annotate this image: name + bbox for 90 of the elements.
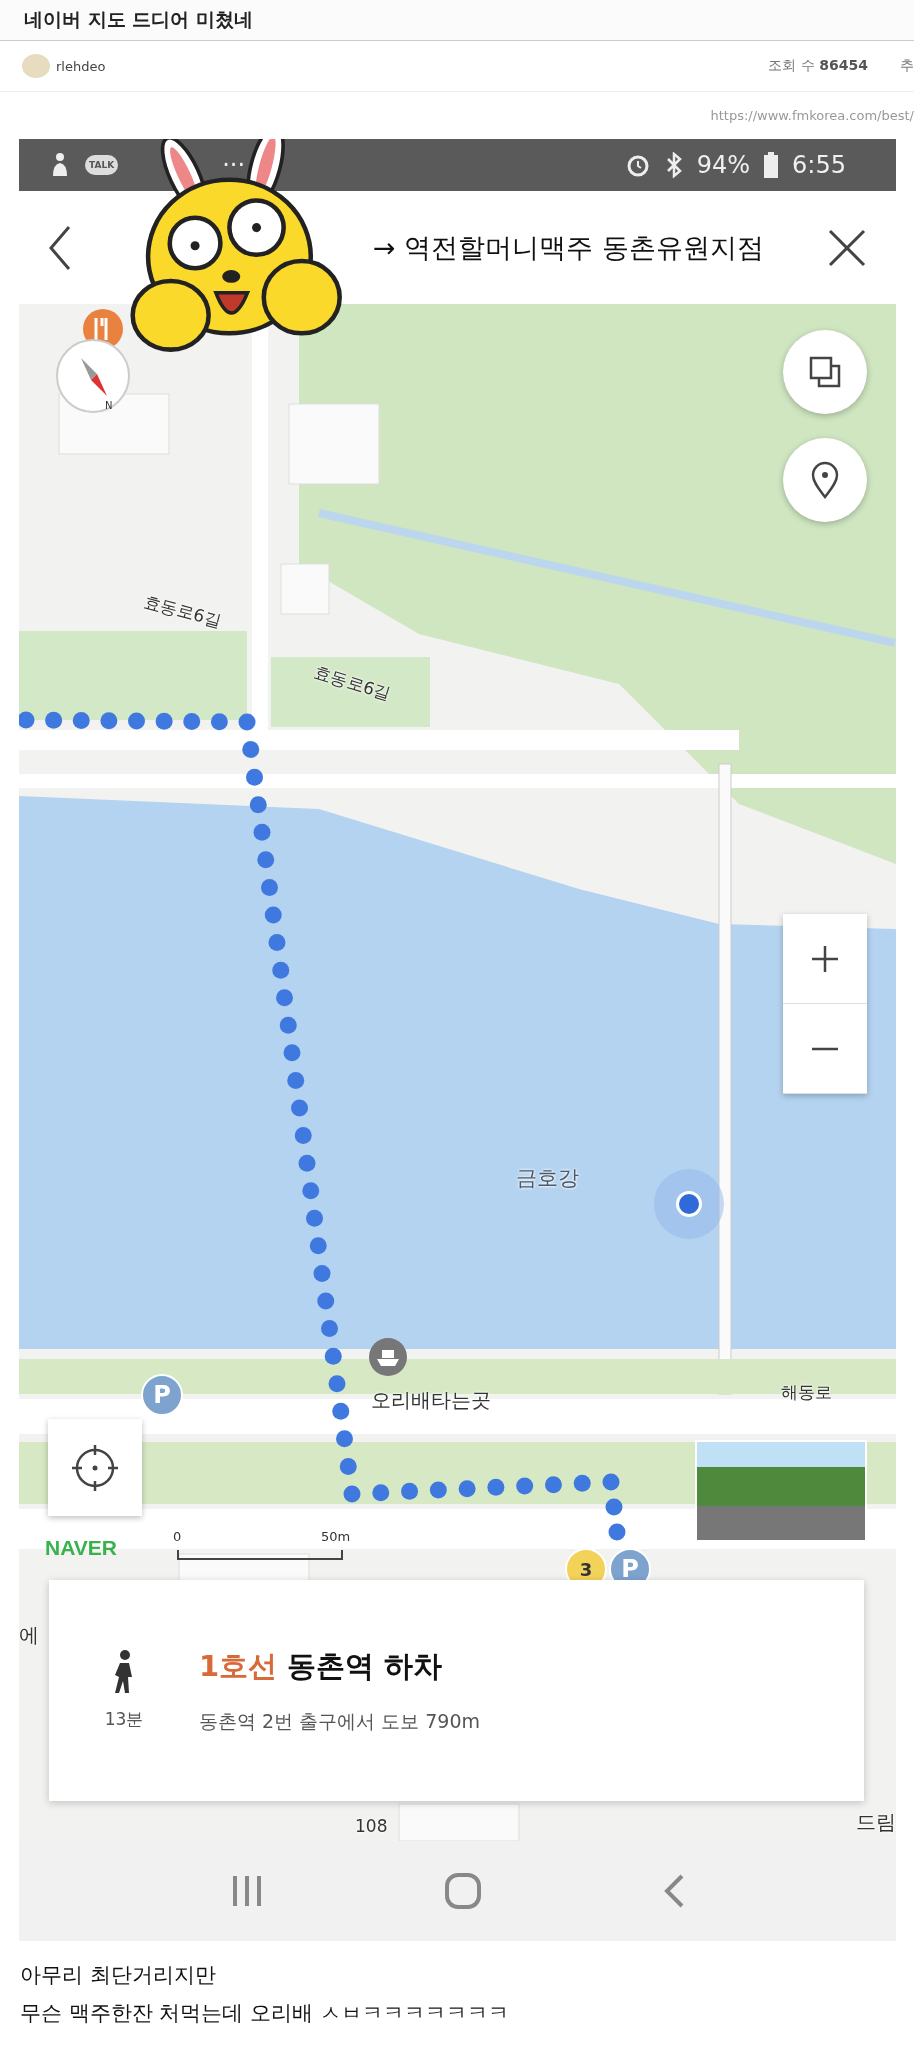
pin-icon — [810, 461, 840, 499]
plus-icon — [811, 944, 839, 973]
route-dot — [321, 1320, 338, 1338]
comment-text: 아무리 최단거리지만 — [20, 1962, 217, 1989]
route-dot — [272, 961, 290, 979]
recommend-label: 추 — [900, 57, 914, 76]
current-location-icon — [653, 1168, 725, 1240]
route-dot — [72, 712, 90, 729]
walk-detail: 동촌역 2번 출구에서 도보 790m — [199, 1708, 481, 1734]
more-notifications: ··· — [222, 151, 245, 179]
route-dot — [238, 713, 256, 731]
route-dot — [183, 713, 201, 730]
route-dot — [343, 1485, 361, 1503]
route-dot — [302, 1182, 320, 1200]
minus-icon — [811, 1046, 839, 1051]
route-dot — [249, 796, 267, 814]
comment-text: 무슨 맥주한잔 처먹는데 오리배 ㅅㅂㅋㅋㅋㅋㅋㅋㅋ — [20, 2000, 510, 2027]
route-dot — [605, 1498, 623, 1516]
map-label: 해동로 — [781, 1381, 832, 1404]
route-dot — [294, 1127, 312, 1145]
stop-title: 동촌역 하차 — [287, 1647, 443, 1685]
layers-icon — [808, 355, 842, 389]
compass-icon — [53, 336, 133, 416]
route-dot — [313, 1264, 331, 1282]
bluetooth-icon — [664, 152, 683, 178]
route-dot — [210, 713, 228, 731]
boat-marker-icon — [368, 1337, 408, 1377]
view-count: 조회 수 86454 — [768, 57, 868, 76]
locate-button[interactable] — [48, 1419, 142, 1516]
close-button[interactable] — [828, 228, 866, 267]
route-dot — [328, 1375, 346, 1393]
map-label: 에 — [19, 1622, 39, 1649]
crosshair-icon — [72, 1444, 118, 1491]
route-dot — [155, 712, 173, 730]
route-dot — [283, 1044, 301, 1062]
author-name[interactable]: rlehdeo — [56, 58, 106, 74]
post-title: 네이버 지도 드디어 미쳤네 — [24, 7, 253, 33]
route-dot — [242, 741, 260, 759]
compass-north-label: N — [105, 400, 113, 411]
nav-back-button[interactable] — [663, 1874, 686, 1908]
route-dot — [287, 1071, 305, 1089]
map-label: 108 — [355, 1816, 388, 1836]
route-dot — [306, 1209, 323, 1227]
route-dot — [602, 1473, 620, 1491]
route-dot — [401, 1482, 419, 1500]
route-dot — [309, 1237, 327, 1255]
route-dot — [264, 906, 282, 924]
route-dot — [298, 1154, 316, 1172]
route-dot — [372, 1484, 390, 1502]
route-dot — [268, 934, 286, 952]
route-dot — [336, 1430, 353, 1448]
route-dot — [458, 1480, 476, 1498]
naver-logo: NAVER — [45, 1536, 117, 1560]
scale-start: 0 — [173, 1529, 182, 1544]
street-view-thumbnail[interactable] — [695, 1440, 867, 1542]
map-label: 드림 — [856, 1809, 896, 1836]
route-dot — [261, 878, 278, 896]
clock-time: 6:55 — [792, 151, 846, 179]
route-dot — [253, 823, 271, 841]
route-dot — [276, 989, 293, 1007]
route-dot — [516, 1477, 534, 1495]
route-dot — [487, 1478, 505, 1496]
route-dot — [544, 1476, 562, 1494]
route-dot — [128, 712, 145, 730]
map-label: 오리배타는곳 — [371, 1387, 491, 1414]
building — [280, 563, 330, 615]
map-label: 금호강 — [516, 1165, 579, 1192]
route-dot — [317, 1292, 335, 1310]
route-dot — [573, 1474, 591, 1492]
route-dot — [291, 1099, 308, 1117]
talk-badge: TALK — [85, 155, 119, 175]
avatar — [22, 54, 50, 79]
route-dot — [332, 1402, 350, 1420]
route-dot — [246, 768, 263, 786]
route-dot — [45, 711, 63, 729]
route-dot — [279, 1016, 297, 1034]
subway-line-label: 1호선 — [199, 1647, 278, 1685]
route-dot — [100, 712, 118, 730]
battery-percent: 94% — [696, 151, 751, 179]
route-dot — [257, 851, 275, 869]
route-dot — [324, 1347, 342, 1365]
route-dot — [429, 1481, 447, 1499]
walk-duration: 13분 — [104, 1708, 144, 1731]
scale-end: 50m — [321, 1529, 351, 1544]
battery-icon — [764, 152, 779, 178]
route-dot — [339, 1457, 357, 1475]
back-button[interactable] — [47, 224, 73, 271]
route-dot — [608, 1523, 626, 1541]
route-destination: → 역전할머니맥주 동촌유원지점 — [373, 230, 764, 265]
home-button[interactable] — [445, 1873, 482, 1909]
